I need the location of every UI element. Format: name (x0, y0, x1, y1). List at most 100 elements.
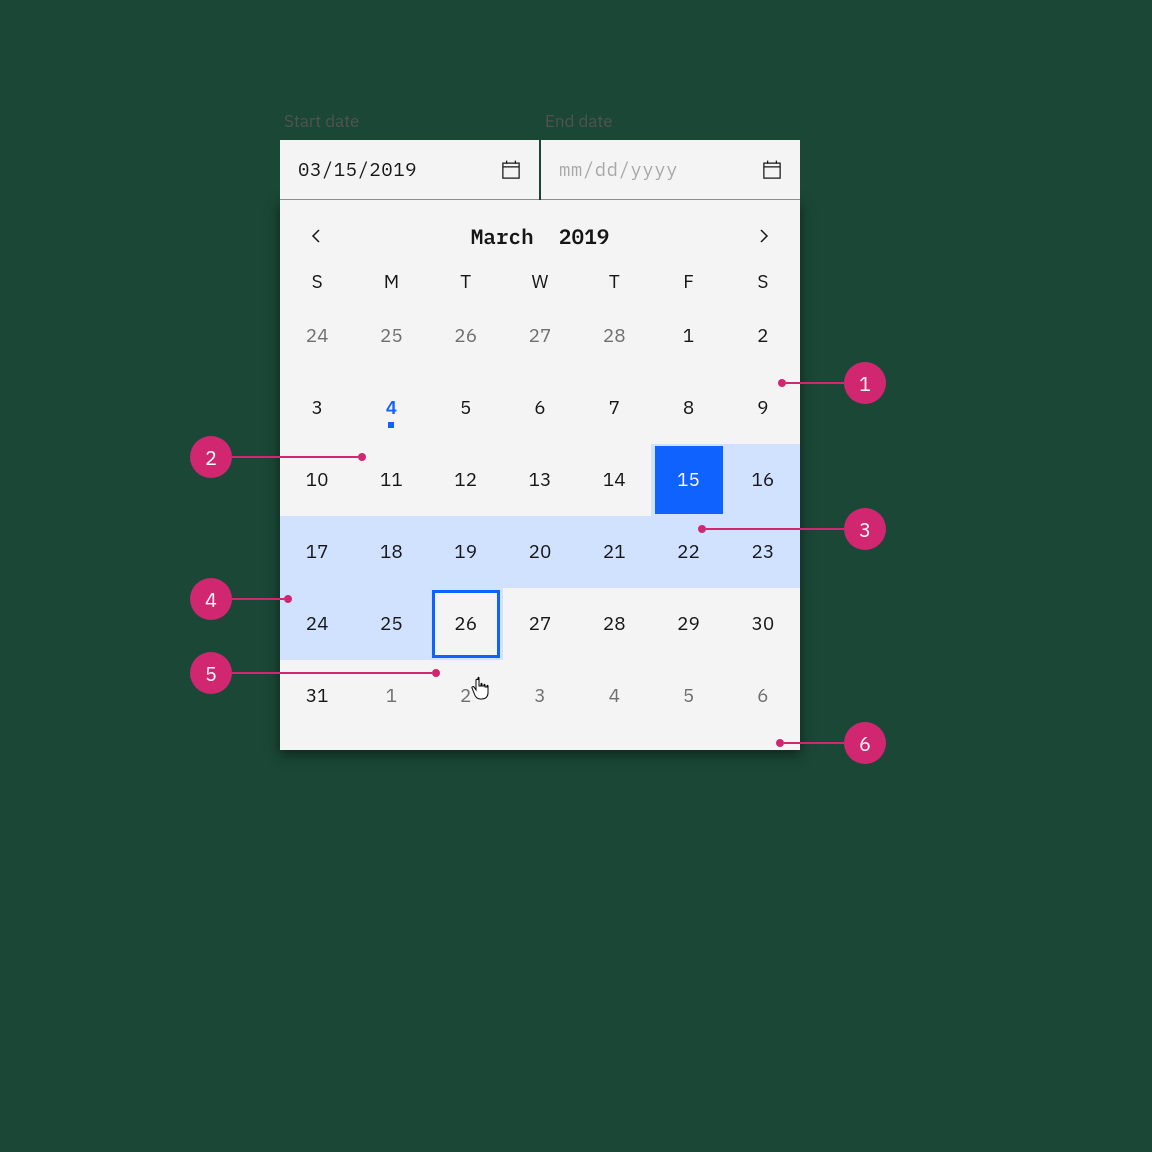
day-number: 6 (506, 374, 574, 442)
day-number: 5 (432, 374, 500, 442)
day-number: 26 (432, 590, 500, 658)
day-number: 1 (357, 662, 425, 730)
day-number: 19 (432, 518, 500, 586)
field-labels: Start date End date (280, 110, 800, 132)
day-cell[interactable]: 13 (503, 444, 577, 516)
start-date-input[interactable]: 03/15/2019 (280, 140, 539, 200)
day-number: 21 (580, 518, 648, 586)
day-cell[interactable]: 12 (429, 444, 503, 516)
calendar-icon[interactable] (501, 160, 521, 180)
weekday: W (503, 270, 577, 294)
month-year-title: March 2019 (471, 222, 610, 250)
day-cell[interactable]: 21 (577, 516, 651, 588)
day-cell[interactable]: 6 (726, 660, 800, 732)
day-cell[interactable]: 17 (280, 516, 354, 588)
day-number: 2 (432, 662, 500, 730)
day-cell[interactable]: 20 (503, 516, 577, 588)
day-cell[interactable]: 2 (726, 300, 800, 372)
day-number: 3 (283, 374, 351, 442)
day-cell[interactable]: 28 (577, 300, 651, 372)
day-cell[interactable]: 11 (354, 444, 428, 516)
day-number: 28 (580, 590, 648, 658)
day-cell-today[interactable]: 4 (354, 372, 428, 444)
day-cell[interactable]: 7 (577, 372, 651, 444)
day-cell[interactable]: 5 (429, 372, 503, 444)
day-cell[interactable]: 31 (280, 660, 354, 732)
day-cell[interactable]: 28 (577, 588, 651, 660)
weekday: M (354, 270, 428, 294)
start-date-label: Start date (280, 110, 539, 132)
weekday: S (280, 270, 354, 294)
day-cell[interactable]: 24 (280, 300, 354, 372)
day-cell[interactable]: 4 (577, 660, 651, 732)
day-cell[interactable]: 30 (726, 588, 800, 660)
month-header: March 2019 (280, 212, 800, 264)
day-number: 11 (357, 446, 425, 514)
day-number: 28 (580, 302, 648, 370)
day-number: 14 (580, 446, 648, 514)
day-cell-hovered[interactable]: 26 (429, 588, 503, 660)
day-cell[interactable]: 16 (726, 444, 800, 516)
day-cell[interactable]: 8 (651, 372, 725, 444)
day-cell[interactable]: 25 (354, 300, 428, 372)
day-number: 6 (729, 662, 797, 730)
day-number: 22 (655, 518, 723, 586)
day-cell[interactable]: 23 (726, 516, 800, 588)
day-number: 3 (506, 662, 574, 730)
day-cell[interactable]: 25 (354, 588, 428, 660)
end-date-input[interactable]: mm/dd/yyyy (541, 140, 800, 200)
day-number: 25 (357, 590, 425, 658)
day-cell[interactable]: 22 (651, 516, 725, 588)
calendar-panel: March 2019 S M T W T F S 242526272812345… (280, 200, 800, 750)
day-number: 29 (655, 590, 723, 658)
day-cell[interactable]: 27 (503, 300, 577, 372)
day-number: 24 (283, 590, 351, 658)
day-cell[interactable]: 18 (354, 516, 428, 588)
prev-month-button[interactable] (302, 222, 330, 250)
day-cell[interactable]: 14 (577, 444, 651, 516)
day-cell[interactable]: 26 (429, 300, 503, 372)
calendar-icon[interactable] (762, 160, 782, 180)
day-number: 9 (729, 374, 797, 442)
day-number: 2 (729, 302, 797, 370)
day-number: 17 (283, 518, 351, 586)
day-number: 10 (283, 446, 351, 514)
day-number: 1 (655, 302, 723, 370)
datepicker-stage: Start date End date 03/15/2019 mm/dd/yyy… (280, 110, 800, 750)
weekday: T (429, 270, 503, 294)
day-number: 12 (432, 446, 500, 514)
day-cell[interactable]: 29 (651, 588, 725, 660)
day-number: 15 (655, 446, 723, 514)
next-month-button[interactable] (750, 222, 778, 250)
day-number: 31 (283, 662, 351, 730)
day-number: 24 (283, 302, 351, 370)
day-number: 25 (357, 302, 425, 370)
day-cell[interactable]: 24 (280, 588, 354, 660)
day-cell[interactable]: 5 (651, 660, 725, 732)
day-cell[interactable]: 9 (726, 372, 800, 444)
day-cell-selected[interactable]: 15 (651, 444, 725, 516)
end-date-input-placeholder: mm/dd/yyyy (559, 158, 678, 182)
day-number: 8 (655, 374, 723, 442)
day-number: 5 (655, 662, 723, 730)
day-cell[interactable]: 1 (651, 300, 725, 372)
day-number: 7 (580, 374, 648, 442)
day-number: 27 (506, 302, 574, 370)
day-cell[interactable]: 6 (503, 372, 577, 444)
day-cell[interactable]: 3 (280, 372, 354, 444)
day-cell[interactable]: 2 (429, 660, 503, 732)
day-number: 26 (432, 302, 500, 370)
annotation-4: 4 (190, 578, 292, 620)
day-number: 4 (580, 662, 648, 730)
day-cell[interactable]: 10 (280, 444, 354, 516)
day-number: 27 (506, 590, 574, 658)
day-number: 23 (729, 518, 797, 586)
day-cell[interactable]: 1 (354, 660, 428, 732)
weekday: S (726, 270, 800, 294)
start-date-input-value: 03/15/2019 (298, 158, 417, 182)
day-number: 4 (357, 374, 425, 442)
day-cell[interactable]: 19 (429, 516, 503, 588)
day-cell[interactable]: 3 (503, 660, 577, 732)
day-number: 13 (506, 446, 574, 514)
day-cell[interactable]: 27 (503, 588, 577, 660)
